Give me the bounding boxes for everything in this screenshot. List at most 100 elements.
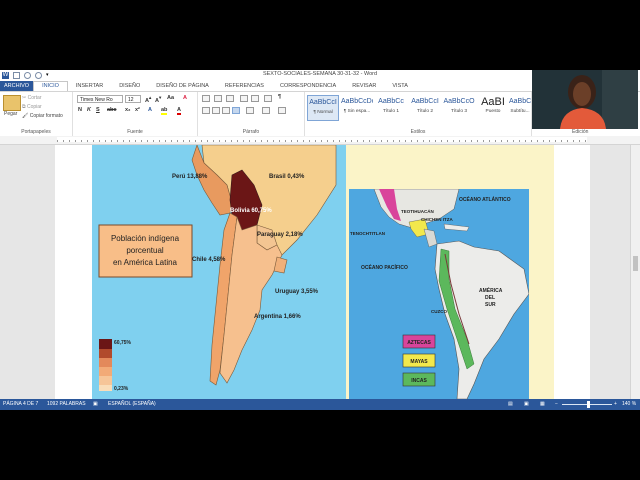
tab-vista[interactable]: VISTA — [384, 81, 416, 91]
editing-label: Edición — [572, 129, 589, 135]
label-cuzco: CUZCO — [431, 309, 447, 314]
paste-button[interactable]: Pegar — [4, 111, 17, 117]
style-titulo-1[interactable]: AaBbCc Título 1 — [375, 95, 407, 121]
copy-label: Copiar — [26, 104, 42, 110]
bullets-icon[interactable] — [202, 95, 210, 102]
multilevel-list-icon[interactable] — [226, 95, 234, 102]
style-sin-espaciado[interactable]: AaBbCcDc ¶ Sin espa... — [341, 95, 373, 121]
style-sample: AaBbCc — [509, 98, 531, 105]
indigenous-population-map: Población indígena porcentual en América… — [92, 145, 346, 399]
font-color-icon[interactable]: A — [177, 107, 181, 115]
format-painter-button[interactable]: 🖌 Copiar formato — [22, 113, 63, 119]
label-uruguay: Uruguay 3,55% — [275, 289, 319, 295]
underline-button[interactable]: S — [96, 107, 100, 113]
read-mode-icon[interactable]: ▤ — [508, 401, 513, 407]
webcam-presenter-image — [532, 70, 638, 129]
language-indicator[interactable]: ESPAÑOL (ESPAÑA) — [108, 401, 156, 407]
print-layout-icon[interactable]: ▣ — [524, 401, 529, 407]
subscript-button[interactable]: x₂ — [125, 107, 131, 113]
label-argentina: Argentina 1,66% — [254, 314, 301, 320]
style-subtitulo[interactable]: AaBbCc Subtítu... — [509, 95, 531, 121]
tab-insertar[interactable]: INSERTAR — [68, 81, 111, 91]
font-name-select[interactable]: Times New Ro — [77, 95, 123, 103]
justify-icon[interactable] — [232, 107, 240, 114]
legend-min-label: 0,23% — [114, 386, 129, 392]
increase-indent-icon[interactable] — [251, 95, 259, 102]
legend-swatch-3 — [99, 358, 112, 367]
style-normal[interactable]: AaBbCcI ¶ Normal — [307, 95, 339, 121]
copy-button[interactable]: ⧉ Copiar — [22, 104, 42, 110]
tab-archivo[interactable]: ARCHIVO — [0, 81, 34, 91]
label-atlantic: OCÉANO ATLÁNTICO — [459, 195, 511, 203]
style-sample: AaBbCcDc — [341, 98, 373, 105]
clear-format-icon[interactable]: A — [183, 95, 187, 101]
style-sample: AaBbCcO — [443, 98, 475, 105]
font-size-select[interactable]: 12 — [125, 95, 141, 103]
style-name: Puesto — [485, 109, 501, 114]
clipboard-group: Pegar ✂ Cortar ⧉ Copiar 🖌 Copiar formato… — [0, 92, 73, 136]
strikethrough-button[interactable]: abc — [107, 107, 116, 113]
clipboard-label: Portapapeles — [21, 129, 51, 135]
bold-button[interactable]: N — [78, 107, 82, 113]
line-spacing-icon[interactable] — [246, 107, 254, 114]
map-title-line-2: porcentual — [126, 246, 164, 255]
align-right-icon[interactable] — [222, 107, 230, 114]
superscript-button[interactable]: x² — [135, 107, 140, 113]
style-name: ¶ Sin espa... — [343, 109, 371, 114]
cut-button[interactable]: ✂ Cortar — [22, 95, 42, 101]
style-sample: AaBI — [481, 96, 505, 108]
style-sample: AaBbCcI — [411, 98, 439, 105]
borders-icon[interactable] — [278, 107, 286, 114]
paste-icon[interactable] — [3, 95, 21, 111]
numbering-icon[interactable] — [214, 95, 222, 102]
style-titulo-3[interactable]: AaBbCcO Título 3 — [443, 95, 475, 121]
word-count[interactable]: 1092 PALABRAS — [47, 401, 86, 407]
horizontal-ruler[interactable] — [0, 136, 640, 145]
highlight-icon[interactable]: ab — [161, 107, 168, 115]
tab-correspondencia[interactable]: CORRESPONDENCIA — [272, 81, 344, 91]
align-left-icon[interactable] — [202, 107, 210, 114]
zoom-out-button[interactable]: − — [555, 401, 558, 407]
proofing-icon[interactable]: ▣ — [93, 401, 98, 407]
tab-referencias[interactable]: REFERENCIAS — [217, 81, 272, 91]
tab-diseno-pagina[interactable]: DISEÑO DE PÁGINA — [148, 81, 217, 91]
web-layout-icon[interactable]: ▦ — [540, 401, 545, 407]
webcam-overlay — [532, 70, 638, 129]
grow-font-button[interactable]: A▴ — [145, 95, 151, 104]
shrink-font-button[interactable]: A▾ — [155, 95, 161, 104]
show-marks-icon[interactable]: ¶ — [278, 94, 281, 100]
sort-icon[interactable] — [264, 95, 272, 102]
vertical-scrollbar[interactable] — [630, 145, 640, 399]
map-title-line-1: Población indígena — [111, 234, 180, 243]
style-titulo-2[interactable]: AaBbCcI Título 2 — [409, 95, 441, 121]
zoom-level[interactable]: 140 % — [622, 401, 636, 407]
label-america-del-sur-2: DEL — [485, 295, 495, 301]
change-case-button[interactable]: Aa — [167, 95, 174, 101]
decrease-indent-icon[interactable] — [240, 95, 248, 102]
zoom-slider-thumb[interactable] — [587, 401, 590, 408]
label-tenochtitlan: TENOCHTITLAN — [350, 231, 385, 236]
tab-revisar[interactable]: REVISAR — [344, 81, 384, 91]
label-paraguay: Paraguay 2,18% — [257, 232, 303, 238]
styles-label: Estilos — [410, 129, 426, 135]
italic-button[interactable]: K — [87, 107, 91, 113]
styles-group: AaBbCcI ¶ Normal AaBbCcDc ¶ Sin espa... Aa… — [305, 92, 532, 136]
scrollbar-thumb[interactable] — [633, 256, 638, 271]
style-puesto[interactable]: AaBI Puesto — [477, 95, 509, 121]
document-page[interactable]: Población indígena porcentual en América… — [55, 145, 590, 399]
tab-inicio[interactable]: INICIO — [33, 81, 68, 91]
zoom-in-button[interactable]: + — [614, 401, 617, 407]
shading-icon[interactable] — [262, 107, 270, 114]
align-center-icon[interactable] — [212, 107, 220, 114]
ruler-scale — [57, 137, 587, 142]
legend-aztecas-label: AZTECAS — [407, 340, 431, 346]
document-area: Población indígena porcentual en América… — [0, 145, 640, 399]
text-effects-icon[interactable]: A — [148, 107, 152, 113]
tab-diseno[interactable]: DISEÑO — [111, 81, 148, 91]
status-bar: PÁGINA 4 DE 7 1092 PALABRAS ▣ ESPAÑOL (E… — [0, 399, 640, 410]
legend-incas-label: INCAS — [411, 378, 427, 384]
page-count[interactable]: PÁGINA 4 DE 7 — [3, 401, 38, 407]
style-sample: AaBbCc — [378, 98, 404, 105]
label-chichen-itza: CHICHEN ITZA — [421, 217, 453, 222]
legend-swatch-2 — [99, 349, 112, 358]
